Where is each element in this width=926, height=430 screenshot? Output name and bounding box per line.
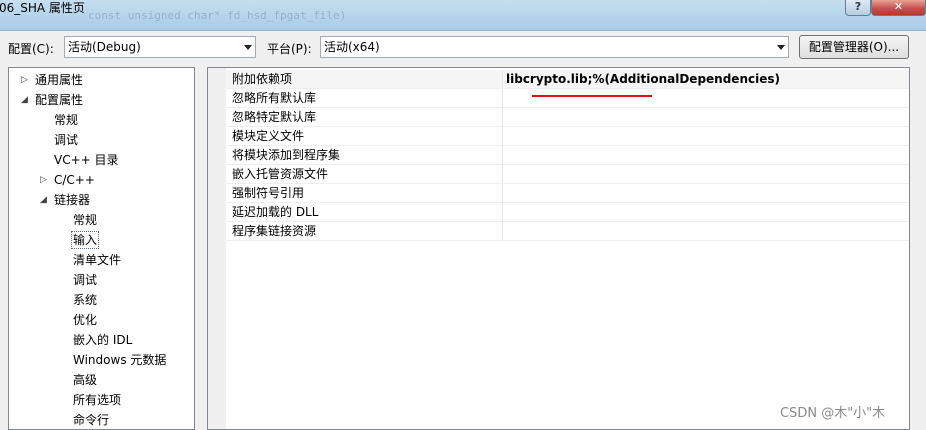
platform-select-value: 活动(x64) (324, 40, 380, 54)
platform-label: 平台(P): (267, 42, 312, 56)
property-name: 嵌入托管资源文件 (232, 167, 329, 181)
property-row-ignore-specific-default-libraries[interactable]: 忽略特定默认库 (226, 108, 909, 127)
property-name: 忽略特定默认库 (232, 110, 317, 124)
tree-item-windows-metadata[interactable]: Windows 元数据 (73, 351, 166, 369)
tree-item-system[interactable]: 系统 (73, 291, 97, 309)
collapse-icon[interactable]: ◢ (40, 191, 47, 209)
chevron-down-icon (777, 45, 785, 50)
column-divider (502, 108, 503, 127)
column-divider (502, 203, 503, 222)
grid-gutter (208, 68, 226, 429)
help-button[interactable]: ? (845, 0, 871, 16)
annotation-underline (532, 95, 652, 97)
tree-item-linker-general[interactable]: 常规 (73, 211, 97, 229)
property-name: 忽略所有默认库 (232, 91, 317, 105)
property-grid: 附加依赖项 libcrypto.lib;%(AdditionalDependen… (207, 67, 910, 430)
config-select[interactable]: 活动(Debug) (64, 36, 256, 58)
configuration-bar: 配置(C): 活动(Debug) 平台(P): 活动(x64) 配置管理器(O)… (0, 31, 926, 66)
property-row-module-definition-file[interactable]: 模块定义文件 (226, 127, 909, 146)
configuration-manager-button[interactable]: 配置管理器(O)... (799, 35, 909, 59)
tree-item-optimization[interactable]: 优化 (73, 311, 97, 329)
property-name: 程序集链接资源 (232, 224, 317, 238)
property-row-delay-loaded-dlls[interactable]: 延迟加载的 DLL (226, 203, 909, 222)
property-name: 附加依赖项 (232, 72, 293, 86)
property-tree[interactable]: ▷ 通用属性 ◢ 配置属性 常规 调试 VC++ 目录 ▷ C/C++ ◢ 链接… (8, 67, 195, 430)
column-divider (502, 146, 503, 165)
tree-item-debugging[interactable]: 调试 (54, 131, 78, 149)
tree-item-vc-directories[interactable]: VC++ 目录 (54, 151, 119, 169)
title-bar: 06_SHA 属性页 const unsigned char* fd_hsd_f… (0, 0, 926, 31)
tree-item-linker-input[interactable]: 输入 (71, 231, 100, 249)
property-row-force-symbol-references[interactable]: 强制符号引用 (226, 184, 909, 203)
property-row-ignore-all-default-libraries[interactable]: 忽略所有默认库 (226, 89, 909, 108)
expand-icon[interactable]: ▷ (40, 171, 47, 189)
column-divider (502, 127, 503, 146)
property-name: 延迟加载的 DLL (232, 205, 319, 219)
watermark-text: CSDN @木"小"木 (780, 406, 886, 421)
property-row-assembly-link-resource[interactable]: 程序集链接资源 (226, 222, 909, 241)
tree-item-linker-debugging[interactable]: 调试 (73, 271, 97, 289)
expand-icon[interactable]: ▷ (21, 71, 28, 89)
tree-item-c-cpp[interactable]: C/C++ (54, 171, 95, 189)
property-name: 将模块添加到程序集 (232, 148, 341, 162)
property-name: 模块定义文件 (232, 129, 305, 143)
background-code-text: const unsigned char* fd_hsd_fpgat_file) (88, 9, 347, 22)
tree-item-embedded-idl[interactable]: 嵌入的 IDL (73, 331, 132, 349)
tree-item-general[interactable]: 常规 (54, 111, 78, 129)
column-divider (502, 222, 503, 241)
column-divider (502, 89, 503, 108)
collapse-icon[interactable]: ◢ (21, 91, 28, 109)
tree-item-configuration-properties[interactable]: 配置属性 (35, 91, 83, 109)
chevron-down-icon (244, 45, 252, 50)
property-value-input[interactable]: libcrypto.lib;%(AdditionalDependencies) (506, 70, 780, 89)
column-divider (502, 70, 503, 89)
tree-item-command-line[interactable]: 命令行 (73, 411, 109, 429)
property-name: 强制符号引用 (232, 186, 305, 200)
config-select-value: 活动(Debug) (68, 40, 141, 54)
tree-item-common-properties[interactable]: 通用属性 (35, 71, 83, 89)
config-label: 配置(C): (8, 42, 54, 56)
column-divider (502, 165, 503, 184)
tree-item-linker[interactable]: 链接器 (54, 191, 90, 209)
column-divider (502, 184, 503, 203)
property-row-additional-dependencies[interactable]: 附加依赖项 libcrypto.lib;%(AdditionalDependen… (226, 70, 909, 89)
platform-select[interactable]: 活动(x64) (320, 36, 789, 58)
property-row-embed-managed-resource-file[interactable]: 嵌入托管资源文件 (226, 165, 909, 184)
property-row-add-module-to-assembly[interactable]: 将模块添加到程序集 (226, 146, 909, 165)
tree-item-manifest-file[interactable]: 清单文件 (73, 251, 121, 269)
window-title: 06_SHA 属性页 (0, 1, 85, 15)
tree-item-all-options[interactable]: 所有选项 (73, 391, 121, 409)
tree-item-advanced[interactable]: 高级 (73, 371, 97, 389)
close-button[interactable]: ✕ (871, 0, 926, 16)
